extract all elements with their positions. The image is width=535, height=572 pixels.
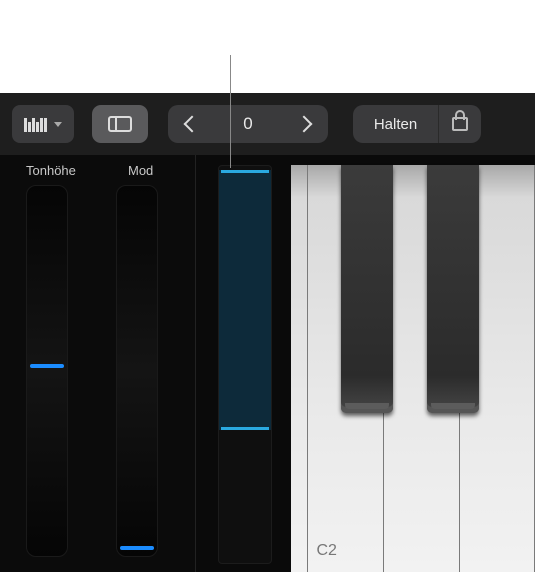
- black-key-ds2[interactable]: [427, 165, 479, 413]
- keyboard-layout-select[interactable]: [12, 105, 74, 143]
- callout-pointer: [230, 55, 231, 168]
- black-keys: [291, 165, 535, 423]
- pitch-wheel[interactable]: [26, 185, 68, 557]
- sustain-control: Halten: [353, 105, 481, 143]
- black-key-cs2[interactable]: [341, 165, 393, 413]
- wheel-panel: Tonhöhe Mod: [0, 155, 195, 572]
- sidebar-layout-icon: [108, 116, 132, 132]
- keyboard-touch-instrument: 0 Halten Tonhöhe Mod: [0, 93, 535, 572]
- note-label: C2: [316, 542, 336, 560]
- velocity-fill: [219, 170, 271, 430]
- velocity-strip-panel: [195, 155, 291, 572]
- mod-indicator: [120, 546, 154, 550]
- octave-up-button[interactable]: [280, 105, 328, 143]
- velocity-bottom-marker: [221, 427, 269, 430]
- hold-button[interactable]: Halten: [353, 116, 438, 133]
- controls-panel-toggle[interactable]: [92, 105, 148, 143]
- velocity-top-marker: [221, 170, 269, 173]
- pitch-label: Tonhöhe: [26, 163, 76, 178]
- octave-down-button[interactable]: [168, 105, 216, 143]
- chevron-left-icon: [184, 116, 201, 133]
- piano-keyboard[interactable]: C2: [291, 155, 535, 572]
- mod-label: Mod: [128, 163, 153, 178]
- hold-lock-button[interactable]: [438, 105, 481, 143]
- octave-stepper: 0: [168, 105, 328, 143]
- chevron-right-icon: [296, 116, 313, 133]
- main-area: Tonhöhe Mod C2: [0, 155, 535, 572]
- octave-value: 0: [216, 114, 280, 134]
- velocity-strip[interactable]: [218, 165, 272, 564]
- chevron-down-icon: [54, 122, 62, 127]
- toolbar: 0 Halten: [0, 93, 535, 155]
- mod-wheel[interactable]: [116, 185, 158, 557]
- keyboard-icon: [24, 116, 48, 132]
- pitch-indicator: [30, 364, 64, 368]
- lock-icon: [452, 117, 468, 131]
